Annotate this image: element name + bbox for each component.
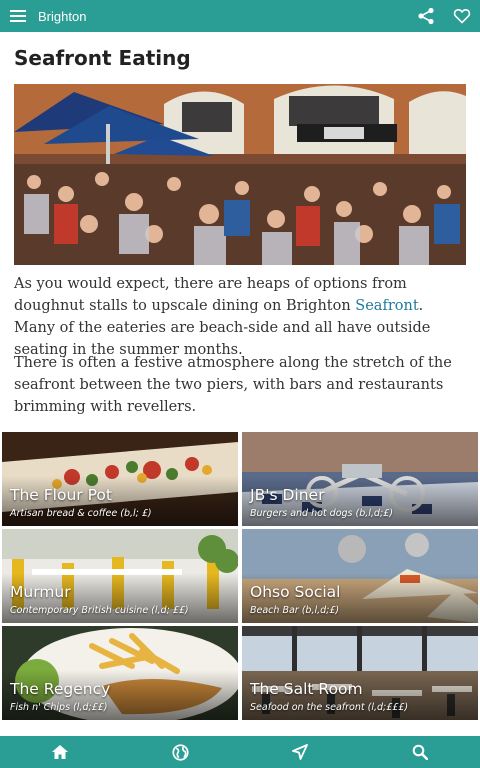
- atmosphere-paragraph: There is often a festive atmosphere alon…: [14, 355, 452, 415]
- intro-text-start: As you would expect, there are heaps of …: [14, 276, 407, 314]
- seafront-link[interactable]: Seafront: [355, 298, 418, 314]
- place-tile-regency[interactable]: The Regency Fish n' Chips (l,d;££): [2, 626, 238, 720]
- place-name: Ohso Social: [250, 583, 341, 601]
- top-app-bar: Brighton: [0, 0, 480, 32]
- bottom-navigation: [0, 736, 480, 768]
- place-tile-murmur[interactable]: Murmur Contemporary British cuisine (l,d…: [2, 529, 238, 623]
- hero-photo: [14, 84, 466, 265]
- content-area[interactable]: Seafront Eating As you would expect, the…: [0, 32, 480, 736]
- search-icon[interactable]: [390, 736, 450, 768]
- place-description: Artisan bread & coffee (b,l; £): [10, 508, 152, 519]
- app-title: Brighton: [38, 8, 87, 24]
- share-icon[interactable]: [408, 0, 444, 32]
- heart-icon[interactable]: [444, 0, 480, 32]
- page-title: Seafront Eating: [14, 46, 191, 70]
- place-name: The Flour Pot: [10, 486, 112, 504]
- place-tile-ohso-social[interactable]: Ohso Social Beach Bar (b,l,d;£): [242, 529, 478, 623]
- place-name: JB's Diner: [250, 486, 325, 504]
- place-description: Fish n' Chips (l,d;££): [10, 702, 108, 713]
- place-description: Beach Bar (b,l,d;£): [250, 605, 340, 616]
- place-tile-jbs-diner[interactable]: JB's Diner Burgers and hot dogs (b,l,d;£…: [242, 432, 478, 526]
- place-name: Murmur: [10, 583, 71, 601]
- home-icon[interactable]: [30, 736, 90, 768]
- place-description: Contemporary British cuisine (l,d; ££): [10, 605, 189, 616]
- place-tile-salt-room[interactable]: The Salt Room Seafood on the seafront (l…: [242, 626, 478, 720]
- place-tile-flour-pot[interactable]: The Flour Pot Artisan bread & coffee (b,…: [2, 432, 238, 526]
- place-name: The Salt Room: [250, 680, 363, 698]
- place-name: The Regency: [10, 680, 111, 698]
- globe-icon[interactable]: [150, 736, 210, 768]
- place-description: Burgers and hot dogs (b,l,d;£): [250, 508, 393, 519]
- hamburger-menu-icon[interactable]: [2, 0, 34, 32]
- place-description: Seafood on the seafront (l,d;£££): [250, 702, 409, 713]
- navigation-arrow-icon[interactable]: [270, 736, 330, 768]
- intro-paragraph: As you would expect, there are heaps of …: [14, 273, 466, 361]
